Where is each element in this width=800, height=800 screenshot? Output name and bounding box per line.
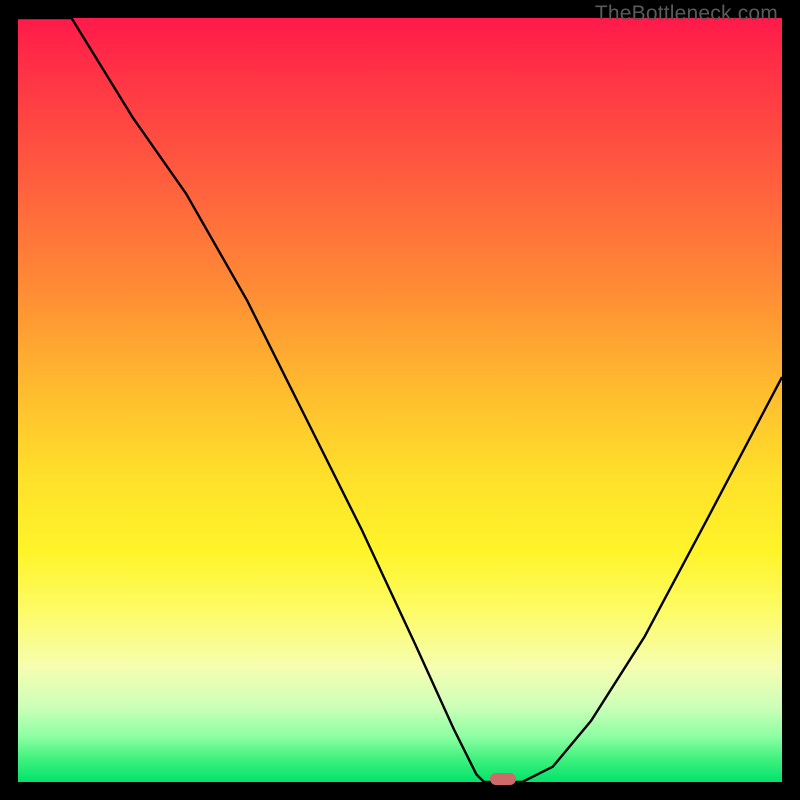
optimum-marker [490,773,517,785]
chart-frame: TheBottleneck.com [0,0,800,800]
bottleneck-curve [18,18,782,782]
watermark-text: TheBottleneck.com [595,2,778,26]
curve-path [18,18,782,782]
plot-area [18,18,782,782]
